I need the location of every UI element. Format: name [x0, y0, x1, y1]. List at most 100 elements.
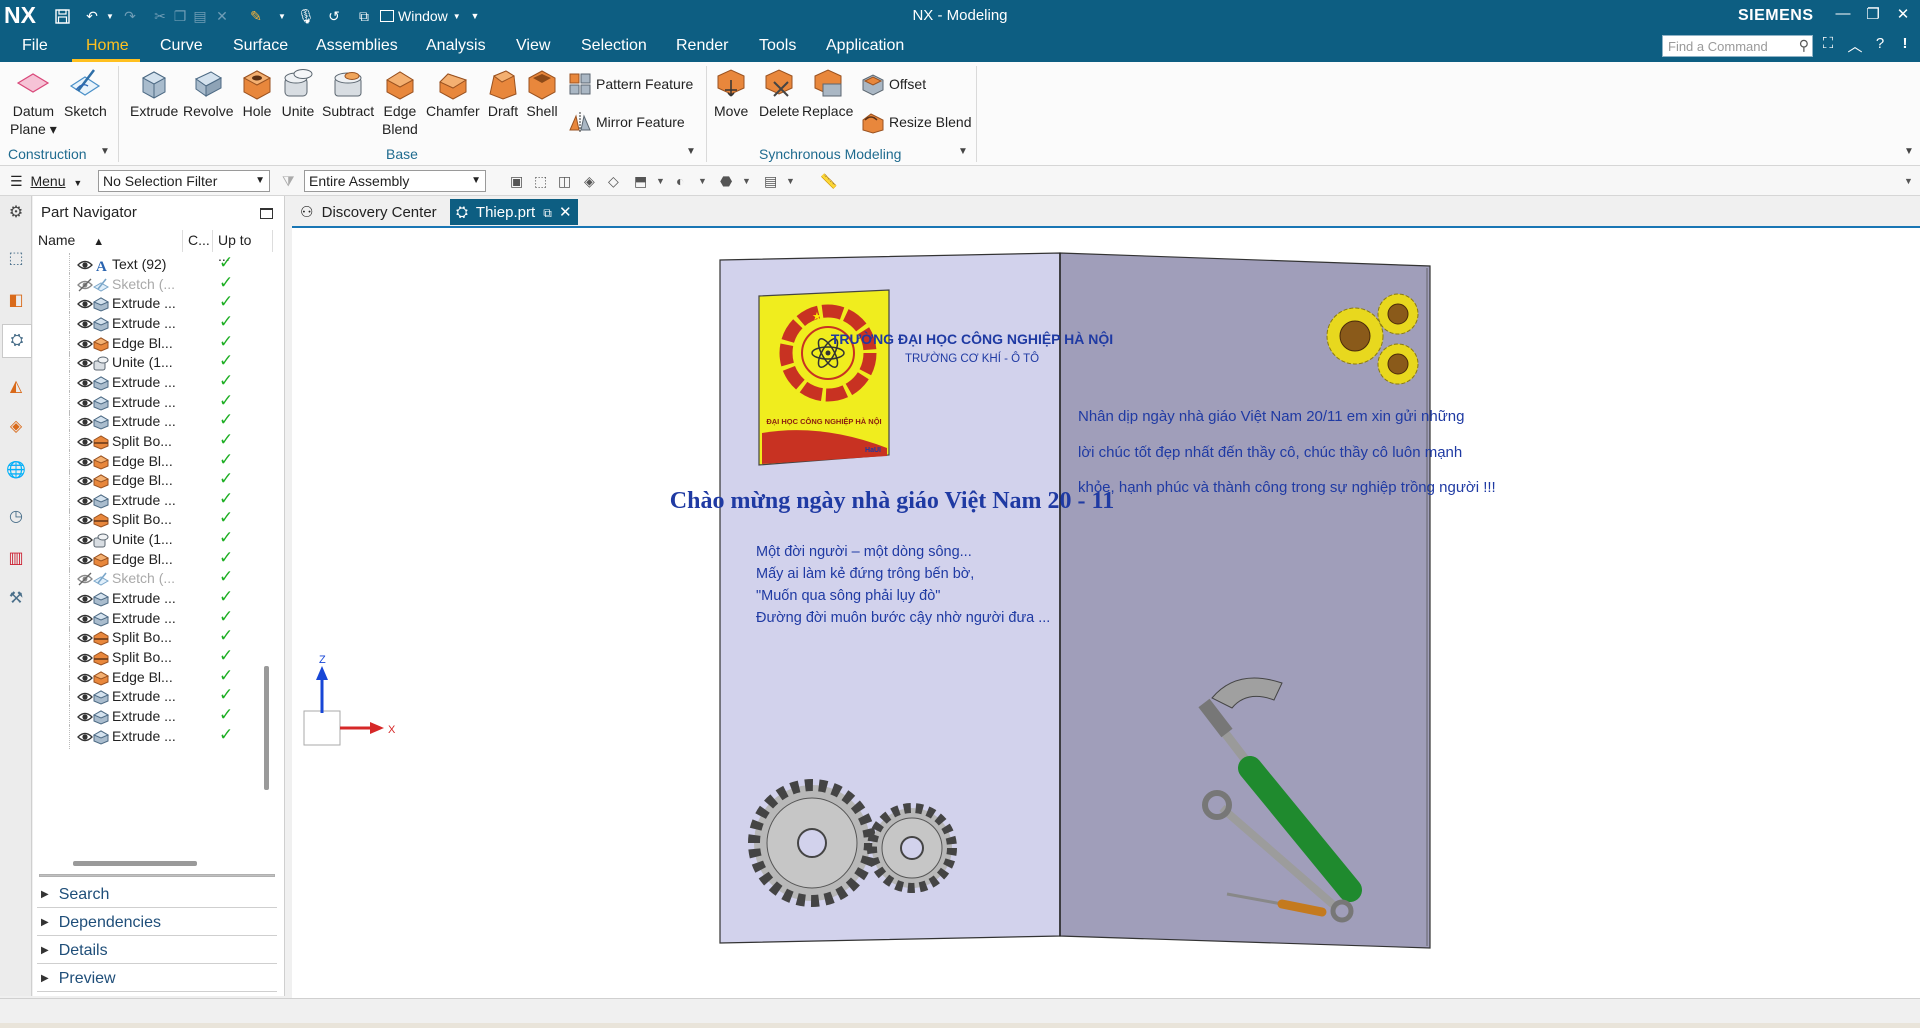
- web-browser-icon[interactable]: 🌐: [4, 458, 28, 482]
- ribbon-options-icon[interactable]: ▼: [1904, 146, 1914, 157]
- selection-scope-dropdown[interactable]: Entire Assembly ▼: [304, 170, 486, 192]
- tab-surface[interactable]: Surface: [231, 37, 290, 55]
- clipboard-icon[interactable]: ▤: [764, 173, 777, 190]
- restore-icon[interactable]: ❐: [1860, 5, 1886, 27]
- offset-region-button[interactable]: Offset: [861, 72, 926, 96]
- hidden-eye-icon[interactable]: [77, 277, 93, 293]
- chevron-down-icon[interactable]: ▼: [1904, 176, 1913, 186]
- synchronous-group-dropdown-icon[interactable]: ▼: [958, 146, 968, 157]
- undo-icon[interactable]: ↶: [82, 6, 102, 26]
- redo-icon[interactable]: ↷: [120, 6, 140, 26]
- minimize-icon[interactable]: —: [1830, 5, 1856, 27]
- gear-icon[interactable]: ⚙: [4, 200, 28, 224]
- palette-icon[interactable]: ▥: [4, 546, 28, 570]
- model-view[interactable]: ★ ĐẠI HỌC CÔNG NGHIỆP HÀ NỘI HaUI TRƯỜNG…: [292, 228, 1920, 998]
- search-icon[interactable]: ⚲: [1799, 37, 1809, 54]
- chevron-down-icon[interactable]: ▼: [742, 176, 751, 186]
- panel-dependencies[interactable]: ▶ Dependencies: [41, 914, 161, 932]
- tab-assemblies[interactable]: Assemblies: [314, 37, 400, 55]
- chevron-down-icon[interactable]: ▼: [656, 176, 665, 186]
- customize-quick-access-icon[interactable]: ▼: [468, 6, 482, 26]
- undock-icon[interactable]: ⧉: [543, 206, 552, 220]
- tab-home[interactable]: Home: [84, 37, 131, 55]
- measure-icon[interactable]: 📏: [820, 173, 837, 190]
- panel-preview[interactable]: ▶ Preview: [41, 970, 116, 988]
- visibility-eye-icon[interactable]: [77, 414, 93, 430]
- unite-button[interactable]: Unite: [281, 66, 315, 120]
- hole-button[interactable]: Hole: [240, 66, 274, 120]
- full-screen-icon[interactable]: ⛶: [1818, 35, 1838, 52]
- resize-blend-button[interactable]: Resize Blend: [861, 110, 972, 134]
- visibility-eye-icon[interactable]: [77, 296, 93, 312]
- snap-point-icon[interactable]: ◐: [676, 173, 684, 189]
- tab-selection[interactable]: Selection: [579, 37, 649, 55]
- touch-mode-icon[interactable]: ✎: [246, 6, 266, 26]
- pane-splitter[interactable]: [39, 874, 275, 877]
- collapse-ribbon-icon[interactable]: ︿: [1845, 35, 1865, 56]
- menu-button[interactable]: ☰ Menu ▼: [10, 173, 82, 190]
- visibility-eye-icon[interactable]: [77, 454, 93, 470]
- visibility-eye-icon[interactable]: [77, 532, 93, 548]
- tab-curve[interactable]: Curve: [158, 37, 205, 55]
- visibility-eye-icon[interactable]: [77, 355, 93, 371]
- feature-row[interactable]: Extrude ... ✓: [33, 724, 269, 749]
- reset-filter-icon[interactable]: ⧩: [282, 173, 295, 190]
- draft-button[interactable]: Draft: [486, 66, 520, 120]
- tab-analysis[interactable]: Analysis: [424, 37, 488, 55]
- select-features-icon[interactable]: ▣: [510, 173, 523, 190]
- construction-group-dropdown-icon[interactable]: ▼: [100, 146, 110, 157]
- sketch-button[interactable]: Sketch: [64, 66, 107, 120]
- tab-tools[interactable]: Tools: [757, 37, 798, 55]
- tab-application[interactable]: Application: [824, 37, 906, 55]
- copy-icon[interactable]: ❐: [170, 6, 190, 26]
- help-icon[interactable]: ?: [1870, 35, 1890, 52]
- chevron-down-icon[interactable]: ▼: [698, 176, 707, 186]
- visibility-eye-icon[interactable]: [77, 257, 93, 273]
- visibility-eye-icon[interactable]: [77, 375, 93, 391]
- window-menu[interactable]: Window ▼: [380, 6, 478, 26]
- select-faces-icon[interactable]: ⬚: [534, 173, 547, 190]
- panel-details[interactable]: ▶ Details: [41, 942, 108, 960]
- delete-icon[interactable]: ✕: [212, 6, 232, 26]
- constraint-navigator-icon[interactable]: ◧: [4, 288, 28, 312]
- pattern-feature-button[interactable]: Pattern Feature: [568, 72, 693, 96]
- select-components-icon[interactable]: ◇: [608, 173, 619, 190]
- assembly-navigator-icon[interactable]: ⬚: [4, 246, 28, 270]
- graphics-window[interactable]: ★ ĐẠI HỌC CÔNG NGHIỆP HÀ NỘI HaUI TRƯỜNG…: [292, 228, 1920, 998]
- selection-filter-dropdown[interactable]: No Selection Filter ▼: [98, 170, 270, 192]
- switch-window-icon[interactable]: ⧉: [354, 6, 374, 26]
- process-studio-icon[interactable]: ⚒: [4, 586, 28, 610]
- hd3d-tools-icon[interactable]: ◈: [4, 414, 28, 438]
- tab-thiep-prt[interactable]: ⛭ Thiep.prt ⧉ ✕: [450, 199, 578, 225]
- column-header-current[interactable]: C...: [183, 230, 213, 252]
- visibility-eye-icon[interactable]: [77, 591, 93, 607]
- column-header-name[interactable]: Name ▲: [33, 230, 183, 252]
- visibility-eye-icon[interactable]: [77, 709, 93, 725]
- microphone-icon[interactable]: 🎙: [296, 6, 316, 26]
- window-selection-icon[interactable]: ⬒: [634, 173, 647, 190]
- visibility-eye-icon[interactable]: [77, 473, 93, 489]
- hidden-eye-icon[interactable]: [77, 571, 93, 587]
- touch-dropdown-icon[interactable]: ▼: [276, 6, 288, 26]
- command-finder-input[interactable]: Find a Command ⚲: [1662, 35, 1813, 57]
- move-face-button[interactable]: Move: [714, 66, 748, 120]
- part-navigator-icon[interactable]: ⛭: [2, 324, 32, 358]
- panel-search[interactable]: ▶ Search: [41, 886, 109, 904]
- paste-icon[interactable]: ▤: [190, 6, 210, 26]
- visibility-eye-icon[interactable]: [77, 512, 93, 528]
- chevron-down-icon[interactable]: ▼: [786, 176, 795, 186]
- horizontal-scrollbar[interactable]: [73, 861, 197, 866]
- visibility-eye-icon[interactable]: [77, 630, 93, 646]
- history-icon[interactable]: ◷: [4, 504, 28, 528]
- save-icon[interactable]: [52, 6, 72, 26]
- tab-render[interactable]: Render: [674, 37, 730, 55]
- visibility-eye-icon[interactable]: [77, 395, 93, 411]
- visibility-eye-icon[interactable]: [77, 316, 93, 332]
- visibility-eye-icon[interactable]: [77, 493, 93, 509]
- visibility-eye-icon[interactable]: [77, 434, 93, 450]
- select-bodies-icon[interactable]: ◈: [584, 173, 595, 190]
- replace-face-button[interactable]: Replace: [802, 66, 853, 120]
- undo-dropdown-icon[interactable]: ▼: [104, 6, 116, 26]
- subtract-button[interactable]: Subtract: [322, 66, 374, 120]
- cut-icon[interactable]: ✂: [150, 6, 170, 26]
